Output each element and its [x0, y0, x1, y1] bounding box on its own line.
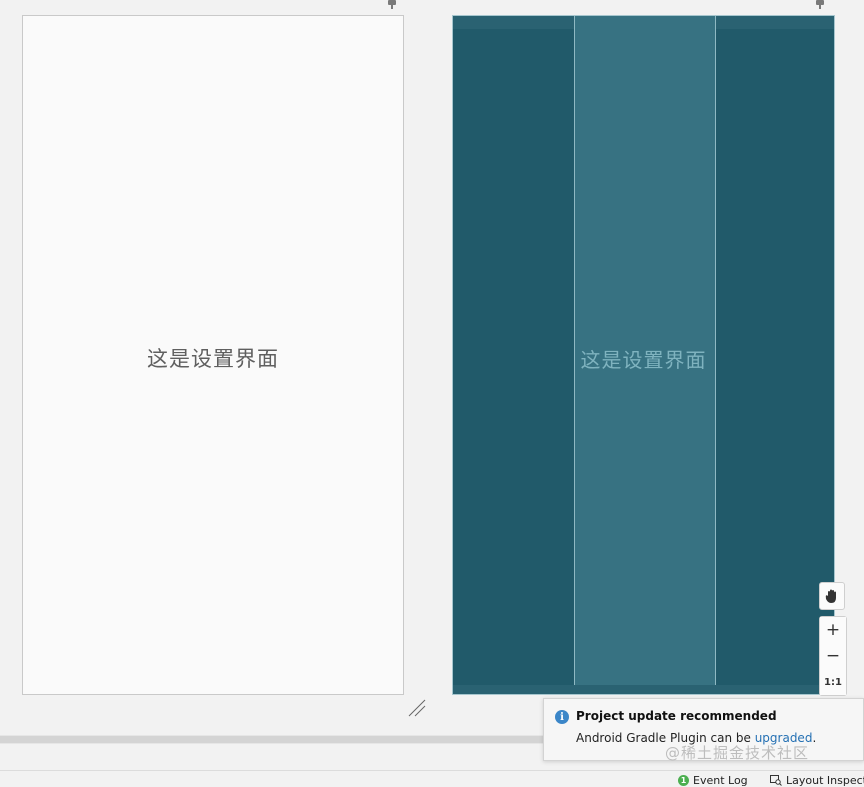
pin-icon[interactable] — [816, 0, 824, 9]
layout-inspector-button[interactable]: Layout Inspect — [770, 774, 864, 787]
status-bar: 1 Event Log Layout Inspect — [0, 771, 864, 787]
event-log-label: Event Log — [693, 774, 748, 787]
pin-icon[interactable] — [388, 0, 396, 9]
blueprint-nav-bar — [453, 685, 834, 694]
zoom-in-button[interactable]: + — [820, 617, 846, 643]
zoom-panel: + − 1:1 — [819, 582, 847, 696]
info-icon: i — [555, 710, 569, 724]
event-log-badge: 1 — [678, 775, 689, 786]
layout-editor-canvas[interactable]: 这是设置界面 这是设置界面 + − 1:1 — [0, 0, 864, 735]
watermark: @稀土掘金技术社区 — [665, 744, 810, 762]
zoom-out-button[interactable]: − — [820, 643, 846, 669]
zoom-actual-size-button[interactable]: 1:1 — [820, 669, 846, 695]
preview-text-label[interactable]: 这是设置界面 — [23, 343, 403, 373]
notification-body-suffix: . — [812, 731, 817, 745]
pan-button[interactable] — [819, 582, 845, 610]
event-log-button[interactable]: 1 Event Log — [678, 774, 748, 787]
layout-inspector-icon — [770, 775, 782, 786]
blueprint-text-label[interactable]: 这是设置界面 — [453, 344, 834, 373]
blueprint-preview[interactable]: 这是设置界面 — [452, 15, 835, 695]
design-preview[interactable]: 这是设置界面 — [22, 15, 404, 695]
zoom-group: + − 1:1 — [819, 616, 847, 696]
notification-title: Project update recommended — [576, 709, 777, 723]
layout-inspector-label: Layout Inspect — [786, 774, 864, 787]
hand-icon — [825, 589, 836, 603]
scrollbar-thumb[interactable] — [0, 736, 545, 743]
resize-handle-icon[interactable] — [407, 698, 427, 718]
